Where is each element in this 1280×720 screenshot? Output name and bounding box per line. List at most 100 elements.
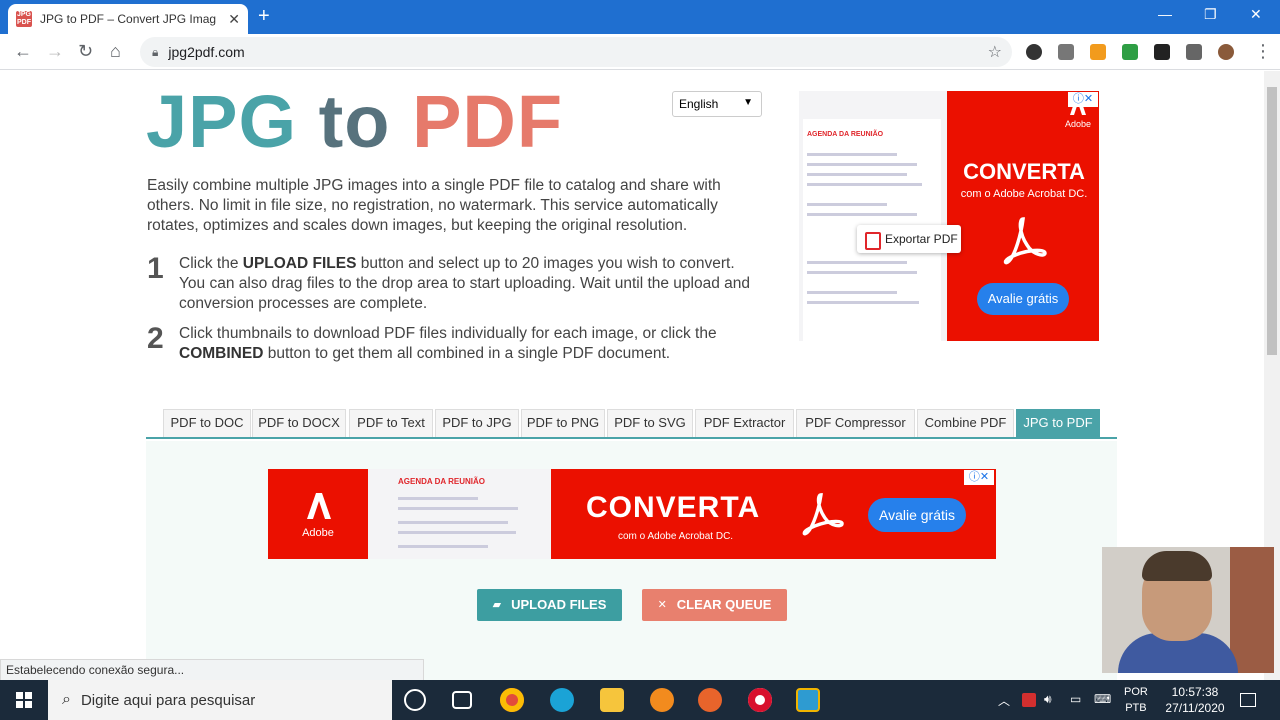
opera-icon[interactable] — [748, 688, 772, 712]
bookmark-star-icon[interactable]: ☆ — [988, 42, 1002, 62]
ad-cta-button[interactable]: Avalie grátis — [868, 498, 966, 532]
browser-toolbar: ← → ↻ ⌂ 🔒︎ jpg2pdf.com ☆ ⋮ — [0, 34, 1280, 70]
profile-avatar[interactable] — [1218, 44, 1234, 60]
lock-icon: 🔒︎ — [152, 44, 159, 59]
chrome-icon[interactable] — [500, 688, 524, 712]
ad-close-icon[interactable]: ⓘ✕ — [1068, 92, 1098, 107]
ad-headline: CONVERTA — [963, 159, 1085, 184]
tab-pdf-to-svg[interactable]: PDF to SVG — [607, 409, 693, 437]
tab-pdf-compressor[interactable]: PDF Compressor — [796, 409, 915, 437]
ad-doc-title: AGENDA DA REUNIÃO — [807, 131, 884, 138]
windows-taskbar: ⌕ Digite aqui para pesquisar ︿ 🔊︎ ▭ ⌨ PO… — [0, 680, 1280, 720]
ad-brand-block: Adobe — [268, 469, 368, 559]
ad-subline: com o Adobe Acrobat DC. — [960, 188, 1088, 200]
jpg2pdf-favicon-icon: JPG PDF — [16, 11, 32, 27]
tab-pdf-to-png[interactable]: PDF to PNG — [521, 409, 605, 437]
keyboard-icon[interactable]: ⌨ — [1094, 692, 1111, 706]
tray-chevron-up-icon[interactable]: ︿ — [998, 692, 1010, 709]
clear-label: CLEAR QUEUE — [676, 597, 772, 612]
tool-tabs: PDF to DOC PDF to DOCX PDF to Text PDF t… — [146, 409, 1117, 439]
step-text: Click the UPLOAD FILES button and select… — [179, 255, 751, 312]
network-icon[interactable]: ▭ — [1070, 692, 1081, 706]
status-bar: Estabelecendo conexão segura... — [0, 659, 424, 680]
tab-close-icon[interactable]: ✕ — [228, 11, 240, 28]
tab-pdf-to-jpg[interactable]: PDF to JPG — [435, 409, 519, 437]
task-view-icon[interactable] — [452, 691, 472, 709]
notifications-icon[interactable] — [1240, 693, 1256, 707]
app-gear-icon[interactable] — [650, 688, 674, 712]
adblock-extension-icon[interactable] — [1122, 44, 1138, 60]
upload-files-button[interactable]: ▰ UPLOAD FILES — [477, 589, 622, 621]
webcam-overlay — [1102, 547, 1274, 673]
clock-date: 27/11/2020 — [1165, 701, 1225, 715]
tab-pdf-to-docx[interactable]: PDF to DOCX — [252, 409, 346, 437]
tab-jpg-to-pdf[interactable]: JPG to PDF — [1016, 409, 1100, 437]
restore-icon[interactable]: ❐ — [1204, 6, 1217, 23]
edge-icon[interactable] — [550, 688, 574, 712]
tab-pdf-to-text[interactable]: PDF to Text — [349, 409, 433, 437]
adobe-a-icon — [307, 493, 331, 519]
clear-queue-button[interactable]: ✕ CLEAR QUEUE — [642, 589, 787, 621]
step-number: 1 — [147, 252, 164, 285]
step-number: 2 — [147, 322, 164, 355]
system-clock[interactable]: 10:57:38 27/11/2020 — [1160, 684, 1230, 716]
browser-tab[interactable]: JPG PDF JPG to PDF – Convert JPG Images ✕ — [8, 4, 248, 34]
tab-combine-pdf[interactable]: Combine PDF — [917, 409, 1014, 437]
back-icon[interactable]: ← — [14, 42, 32, 60]
search-placeholder: Digite aqui para pesquisar — [80, 691, 256, 709]
intro-text: Easily combine multiple JPG images into … — [147, 177, 721, 234]
tab-title: JPG to PDF – Convert JPG Images — [40, 12, 216, 26]
web-page: JPG to PDF English ▼ Easily combine mult… — [0, 71, 1264, 680]
input-language[interactable]: POR PTB — [1124, 684, 1148, 716]
extensions-puzzle-icon[interactable] — [1186, 44, 1202, 60]
adobe-ad-rectangle[interactable]: AGENDA DA REUNIÃO Exportar PDF Adobe CON… — [799, 91, 1099, 341]
search-icon: ⌕ — [62, 691, 71, 708]
step-2: 2 Click thumbnails to download PDF files… — [147, 324, 767, 364]
media-extension-icon[interactable] — [1154, 44, 1170, 60]
reload-icon[interactable]: ↻ — [78, 42, 93, 60]
url-text: jpg2pdf.com — [168, 44, 245, 60]
scrollbar-thumb[interactable] — [1267, 87, 1277, 355]
export-pdf-chip: Exportar PDF — [857, 225, 961, 253]
tab-pdf-extractor[interactable]: PDF Extractor — [695, 409, 794, 437]
step-text: Click thumbnails to download PDF files i… — [179, 325, 717, 362]
clock-time: 10:57:38 — [1171, 685, 1219, 699]
tray-app-icon[interactable] — [1022, 693, 1036, 707]
ad-close-icon[interactable]: ⓘ✕ — [964, 470, 994, 485]
browser-titlebar: JPG PDF JPG to PDF – Convert JPG Images ✕… — [0, 0, 1280, 34]
address-bar[interactable]: 🔒︎ jpg2pdf.com ☆ — [140, 37, 1012, 67]
forward-icon[interactable]: → — [46, 42, 64, 60]
app-window-icon[interactable] — [796, 688, 820, 712]
bookmark-extension-icon[interactable] — [1058, 44, 1074, 60]
close-window-icon[interactable]: ✕ — [1250, 6, 1262, 23]
logo-pdf: PDF — [412, 80, 564, 163]
home-icon[interactable]: ⌂ — [110, 42, 121, 60]
shopping-extension-icon[interactable] — [1090, 44, 1106, 60]
acrobat-icon — [1003, 217, 1047, 265]
file-explorer-icon[interactable] — [600, 688, 624, 712]
tab-pdf-to-doc[interactable]: PDF to DOC — [163, 409, 251, 437]
ad-headline: CONVERTA — [586, 491, 761, 524]
minimize-icon[interactable]: — — [1158, 6, 1172, 22]
language-select[interactable]: English ▼ — [672, 91, 762, 117]
adobe-ad-banner[interactable]: Adobe AGENDA DA REUNIÃO CONVERTA com o A… — [268, 469, 996, 559]
menu-icon[interactable]: ⋮ — [1254, 42, 1272, 60]
volume-icon[interactable]: 🔊︎ — [1044, 692, 1052, 707]
site-logo[interactable]: JPG to PDF — [146, 85, 563, 159]
dark-mode-extension-icon[interactable] — [1026, 44, 1042, 60]
acrobat-icon — [802, 493, 844, 536]
taskbar-search[interactable]: ⌕ Digite aqui para pesquisar — [48, 680, 392, 720]
cortana-icon[interactable] — [404, 689, 426, 711]
language-value: English — [679, 97, 719, 111]
ad-subline: com o Adobe Acrobat DC. — [618, 531, 734, 542]
firefox-icon[interactable] — [698, 688, 722, 712]
step-1: 1 Click the UPLOAD FILES button and sele… — [147, 254, 767, 314]
chevron-down-icon: ▼ — [743, 97, 753, 108]
ad-document-preview: AGENDA DA REUNIÃO — [368, 469, 551, 559]
ad-document-preview: AGENDA DA REUNIÃO — [799, 91, 947, 341]
windows-start-icon[interactable] — [0, 680, 48, 720]
close-icon: ✕ — [657, 599, 667, 611]
ad-cta-button[interactable]: Avalie grátis — [977, 283, 1069, 315]
upload-label: UPLOAD FILES — [511, 597, 607, 612]
new-tab-icon[interactable]: + — [258, 6, 270, 26]
